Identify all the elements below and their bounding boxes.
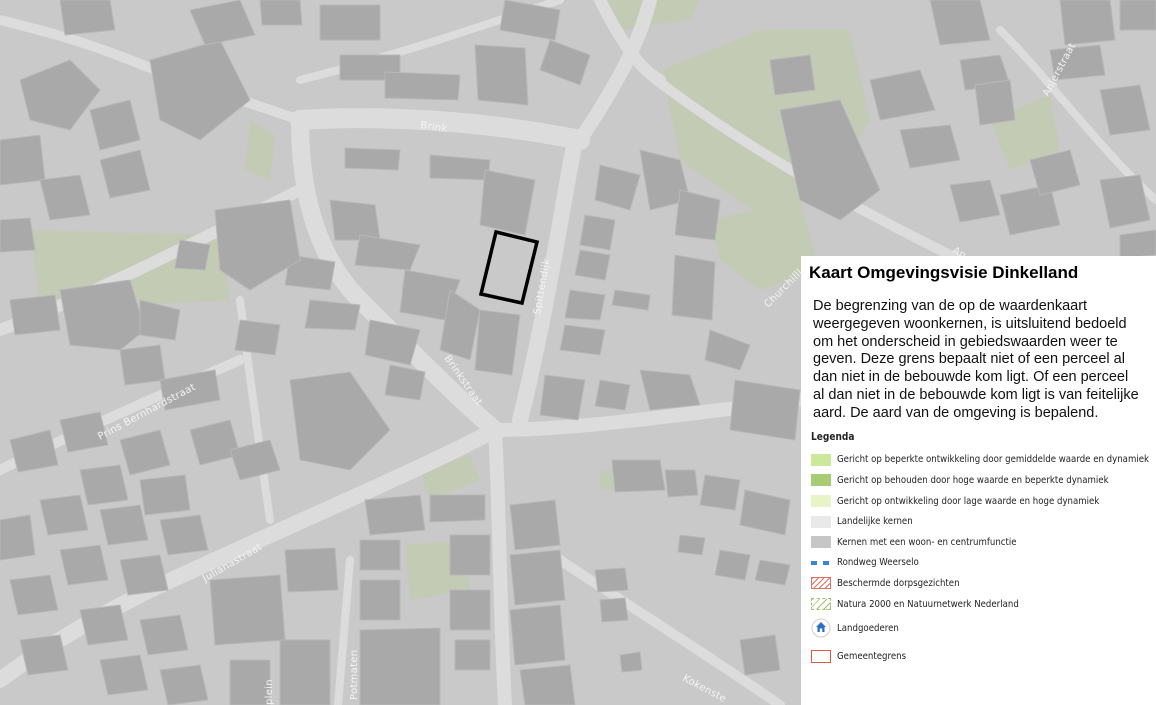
legend-item: Gericht op behouden door hoge waarde en … [811, 470, 1156, 491]
legend-item: Beschermde dorpsgezichten [811, 573, 1156, 594]
legend-item: Gericht op beperkte ontwikkeling door ge… [811, 450, 1156, 471]
legend-item: Landgoederen [811, 614, 1156, 642]
legend-swatch [811, 536, 831, 549]
legend-swatch [811, 453, 831, 466]
legend-item: Gericht op ontwikkeling door lage waarde… [811, 491, 1156, 512]
legend-swatch [811, 495, 831, 508]
dash-line-icon [811, 560, 831, 565]
legend-label: Beschermde dorpsgezichten [837, 577, 960, 589]
legend-item: Natura 2000 en Natuurnetwerk Nederland [811, 594, 1156, 615]
panel-title: Kaart Omgevingsvisie Dinkelland [809, 263, 1079, 282]
legend-label: Gericht op beperkte ontwikkeling door ge… [837, 454, 1149, 466]
legend-label: Gemeentegrens [837, 650, 907, 662]
hatch-green-swatch-icon [811, 598, 831, 611]
legend-item: Landelijke kernen [811, 511, 1156, 532]
legend-item: Rondweg Weerselo [811, 553, 1156, 574]
street-label-plein: plein [264, 679, 275, 705]
street-label-potmaten: Potmaten [349, 650, 360, 700]
estate-icon [811, 618, 831, 638]
hatch-swatch-icon [811, 577, 831, 590]
legend-label: Natura 2000 en Natuurnetwerk Nederland [837, 598, 1019, 610]
legend-item: Kernen met een woon- en centrumfunctie [811, 532, 1156, 553]
legend-swatch [811, 474, 831, 487]
legend-item: Gemeentegrens [811, 642, 1156, 670]
map-info-panel: Kaart Omgevingsvisie Dinkelland De begre… [801, 256, 1156, 705]
legend-swatch [811, 515, 831, 528]
legend-label: Rondweg Weerselo [837, 557, 919, 569]
legend-label: Gericht op behouden door hoge waarde en … [837, 474, 1109, 486]
boundary-swatch-icon [811, 649, 831, 663]
legend-label: Landgoederen [837, 622, 899, 634]
legend: Gericht op beperkte ontwikkeling door ge… [811, 450, 1156, 671]
legend-label: Kernen met een woon- en centrumfunctie [837, 536, 1017, 548]
legend-title: Legenda [811, 430, 855, 443]
legend-label: Landelijke kernen [837, 516, 913, 528]
legend-label: Gericht op ontwikkeling door lage waarde… [837, 495, 1100, 507]
panel-description: De begrenzing van de op de waardenkaart … [813, 298, 1139, 421]
